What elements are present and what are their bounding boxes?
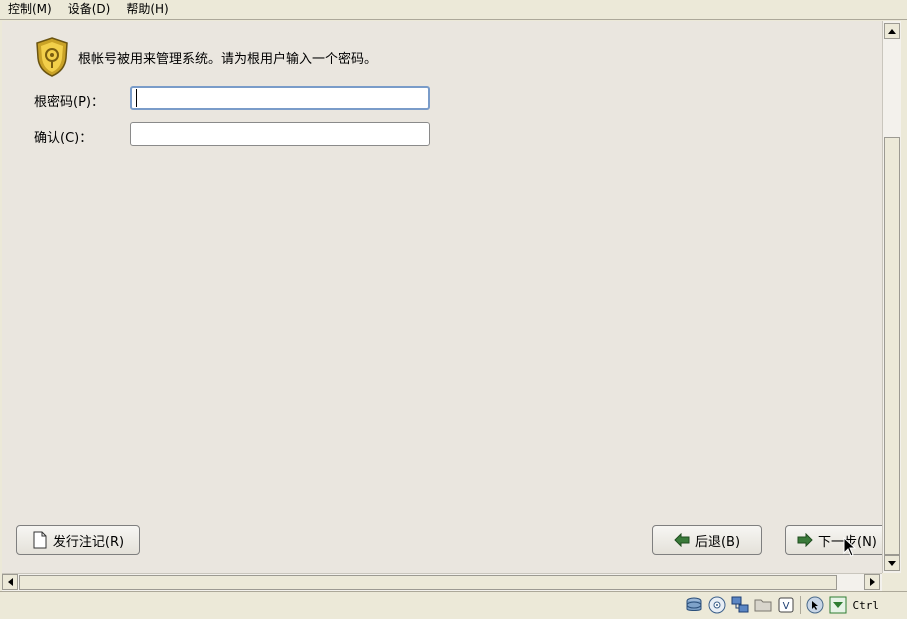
menu-help[interactable]: 帮助(H)	[118, 0, 176, 19]
shield-key-icon	[36, 37, 68, 77]
back-button[interactable]: 后退(B)	[652, 525, 762, 555]
network-icon[interactable]	[731, 596, 749, 614]
cd-rom-icon[interactable]	[708, 596, 726, 614]
scroll-up-button[interactable]	[884, 23, 900, 39]
release-notes-button[interactable]: 发行注记(R)	[16, 525, 140, 555]
horizontal-scroll-thumb[interactable]	[19, 575, 837, 590]
scroll-right-button[interactable]	[864, 574, 880, 590]
page-header-text: 根帐号被用来管理系统。请为根用户输入一个密码。	[78, 51, 378, 67]
horizontal-scrollbar[interactable]	[2, 573, 882, 591]
mouse-integration-icon[interactable]	[806, 596, 824, 614]
shared-folder-icon[interactable]	[754, 596, 772, 614]
arrow-down-icon	[888, 560, 896, 566]
document-icon	[33, 531, 47, 549]
device-tray: V Ctrl	[685, 596, 880, 614]
text-caret	[136, 89, 137, 107]
release-notes-label: 发行注记(R)	[52, 534, 125, 550]
vertical-scrollbar[interactable]	[882, 21, 901, 573]
svg-text:V: V	[782, 601, 789, 612]
root-password-label: 根密码(P)：	[34, 95, 104, 110]
next-button[interactable]: 下一步(N)	[785, 525, 882, 555]
confirm-label: 确认(C)：	[34, 131, 93, 146]
status-bar: V Ctrl	[0, 591, 907, 619]
vertical-scroll-thumb[interactable]	[884, 137, 900, 555]
arrow-left-icon	[674, 533, 690, 547]
menu-control[interactable]: 控制(M)	[0, 0, 60, 19]
mouse-pointer-icon	[843, 537, 857, 557]
tray-separator	[799, 596, 801, 614]
scroll-down-button[interactable]	[884, 555, 900, 571]
arrow-up-icon	[888, 28, 896, 34]
back-label: 后退(B)	[694, 534, 741, 550]
usb-icon[interactable]: V	[777, 596, 795, 614]
host-key-label: Ctrl	[852, 598, 880, 612]
arrow-right-small-icon	[869, 578, 875, 586]
installer-panel: 根帐号被用来管理系统。请为根用户输入一个密码。 根密码(P)： 确认(C)： 发…	[2, 21, 882, 573]
scroll-left-button[interactable]	[2, 574, 18, 590]
seamless-icon[interactable]	[829, 596, 847, 614]
menu-bar: 控制(M) 设备(D) 帮助(H)	[0, 0, 907, 20]
arrow-right-icon	[797, 533, 813, 547]
header-row: 根帐号被用来管理系统。请为根用户输入一个密码。	[34, 36, 377, 78]
confirm-password-input[interactable]	[130, 122, 430, 146]
arrow-left-small-icon	[7, 578, 13, 586]
root-password-input[interactable]	[130, 86, 430, 110]
hard-disk-icon[interactable]	[685, 596, 703, 614]
menu-devices[interactable]: 设备(D)	[60, 0, 119, 19]
